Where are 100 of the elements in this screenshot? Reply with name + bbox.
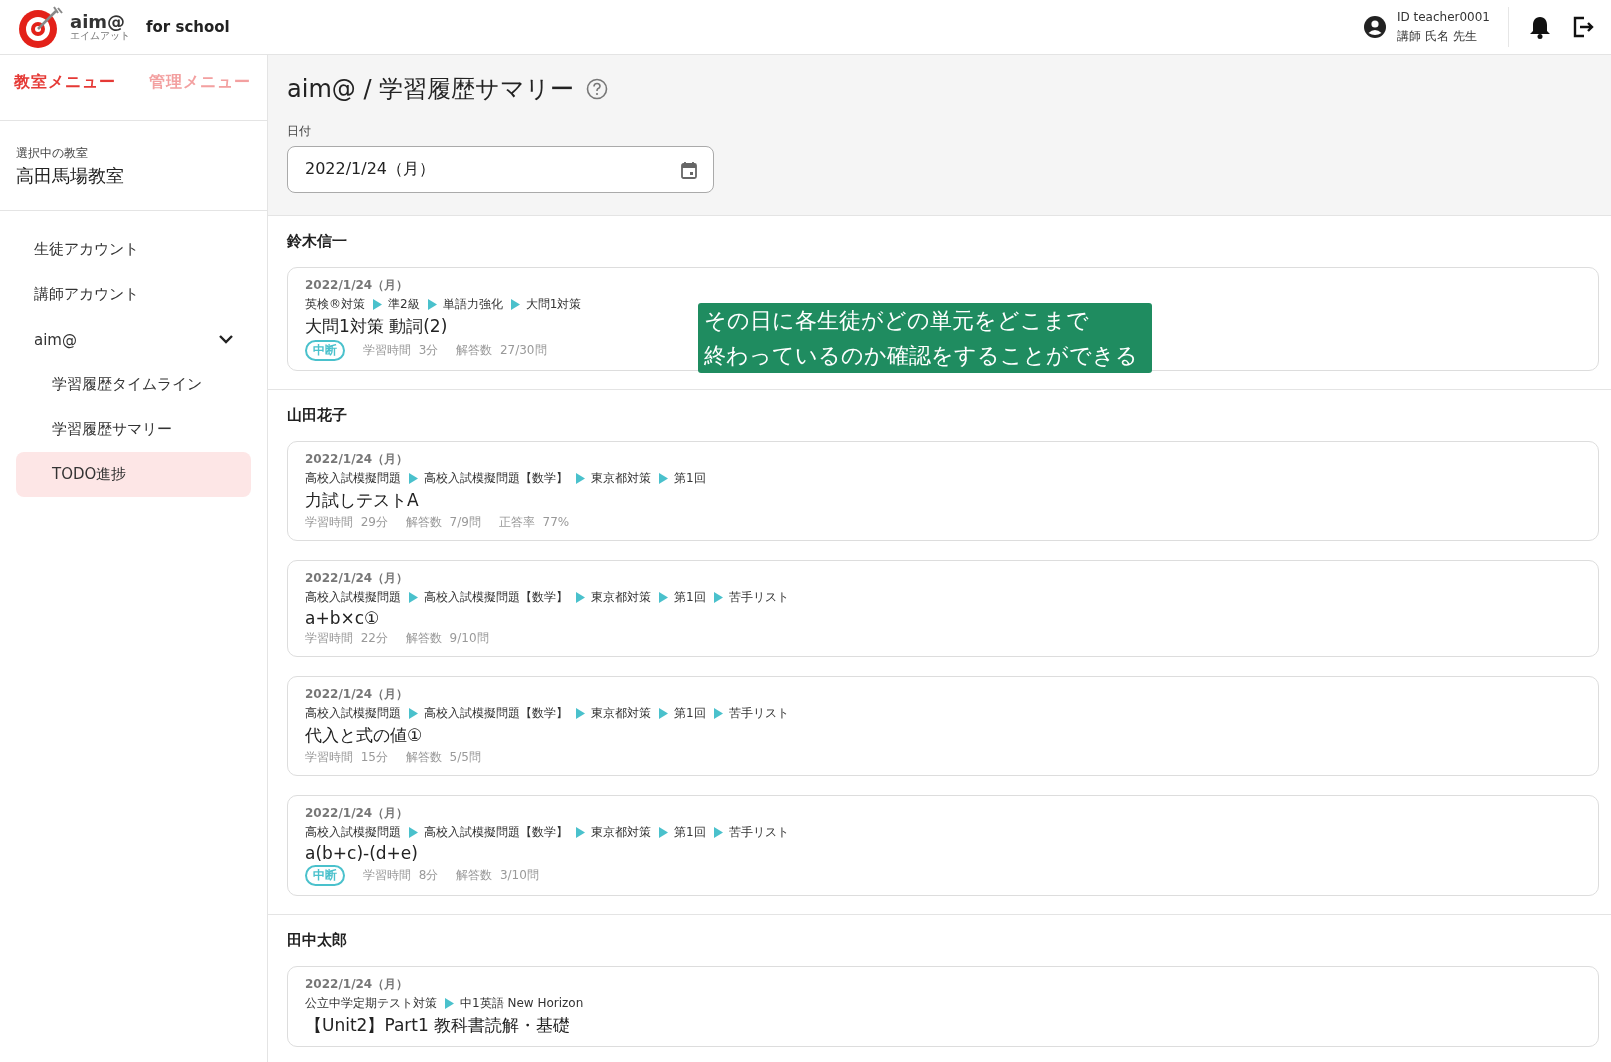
record-card[interactable]: 2022/1/24（月） 高校入試模擬問題 高校入試模擬問題【数学】 東京都対策 第1回 苦手リスト a(b+c)-(d+e) 中断 学習時間 8分 解答数 3/10問 (287, 795, 1599, 896)
record-card[interactable]: 2022/1/24（月） 高校入試模擬問題 高校入試模擬問題【数学】 東京都対策 第1回 苦手リスト a+b×c① 学習時間 22分 解答数 9/10問 (287, 560, 1599, 657)
record-stat: 解答数 3/10問 (456, 867, 539, 884)
record-date: 2022/1/24（月） (305, 976, 409, 993)
user-name: 講師 氏名 先生 (1396, 28, 1478, 45)
breadcrumb-item: 高校入試模擬問題 (305, 824, 401, 841)
status-badge: 中断 (305, 865, 345, 886)
record-card[interactable]: 2022/1/24（月） 高校入試模擬問題 高校入試模擬問題【数学】 東京都対策 第1回 力試しテストA 学習時間 29分 解答数 7/9問 正答率 77% (287, 441, 1599, 541)
breadcrumb-item: 第1回 (674, 470, 706, 487)
breadcrumb-item: 公立中学定期テスト対策 (305, 995, 437, 1012)
sidebar-item[interactable]: 学習履歴タイムライン (16, 362, 251, 407)
date-field[interactable]: 2022/1/24（月） (287, 146, 714, 193)
breadcrumb-item: 東京都対策 (591, 470, 651, 487)
breadcrumb-item: 第1回 (674, 824, 706, 841)
record-stat: 学習時間 29分 (305, 514, 388, 531)
classroom-name: 高田馬場教室 (16, 164, 125, 188)
triangle-icon (373, 299, 382, 310)
breadcrumb-item: 高校入試模擬問題【数学】 (424, 824, 568, 841)
record-title: a+b×c① (305, 608, 380, 628)
menu-tab[interactable]: 教室メニュー (14, 71, 116, 93)
triangle-icon (409, 708, 418, 719)
breadcrumb-item: 高校入試模擬問題【数学】 (424, 470, 568, 487)
record-date: 2022/1/24（月） (305, 686, 409, 703)
triangle-icon (713, 708, 723, 719)
breadcrumb-item: 東京都対策 (591, 824, 651, 841)
sidebar-item[interactable]: 学習履歴サマリー (16, 407, 251, 452)
sidebar-item[interactable]: aim@ (16, 317, 251, 362)
record-stat: 学習時間 8分 (363, 867, 439, 884)
record-date: 2022/1/24（月） (305, 570, 409, 587)
breadcrumb-item: 単語力強化 (442, 296, 503, 313)
breadcrumb-item: 苦手リスト (728, 589, 789, 606)
sidebar-item[interactable]: 講師アカウント (16, 272, 251, 317)
triangle-icon (659, 827, 668, 838)
triangle-icon (409, 473, 418, 484)
help-icon[interactable] (586, 78, 609, 100)
record-title: 代入と式の値① (305, 724, 423, 747)
record-stat: 解答数 7/9問 (405, 514, 481, 531)
record-card[interactable]: 2022/1/24（月） 公立中学定期テスト対策 中1英語 New Horizon 【Unit2】Part1 教科書読解・基礎 (287, 966, 1599, 1047)
breadcrumb-item: 高校入試模擬問題 (305, 705, 401, 722)
status-badge: 中断 (305, 340, 345, 361)
breadcrumb-item: 東京都対策 (591, 705, 651, 722)
record-title: 【Unit2】Part1 教科書読解・基礎 (305, 1014, 571, 1037)
triangle-icon (576, 592, 585, 603)
triangle-icon (576, 473, 585, 484)
breadcrumb-item: 高校入試模擬問題【数学】 (424, 705, 568, 722)
record-stat: 学習時間 22分 (305, 630, 388, 647)
triangle-icon (713, 827, 723, 838)
triangle-icon (713, 592, 723, 603)
logo-suffix: for school (146, 18, 230, 36)
student-name: 鈴木信一 (287, 232, 348, 251)
triangle-icon (409, 592, 418, 603)
record-stat: 学習時間 3分 (363, 342, 439, 359)
sidebar-item[interactable]: 生徒アカウント (16, 227, 251, 272)
logo-reading: エイムアット (70, 31, 130, 41)
record-card[interactable]: 2022/1/24（月） 高校入試模擬問題 高校入試模擬問題【数学】 東京都対策 第1回 苦手リスト 代入と式の値① 学習時間 15分 解答数 5/5問 (287, 676, 1599, 776)
triangle-icon (659, 473, 668, 484)
triangle-icon (576, 827, 585, 838)
triangle-icon (659, 708, 668, 719)
breadcrumb-item: 苦手リスト (728, 705, 789, 722)
annotation-callout: その日に各生徒がどの単元をどこまで 終わっているのか確認をすることができる (698, 303, 1152, 373)
triangle-icon (427, 299, 437, 310)
breadcrumb-item: 第1回 (674, 705, 706, 722)
calendar-icon[interactable] (681, 160, 697, 179)
logout-icon[interactable] (1571, 15, 1595, 39)
record-date: 2022/1/24（月） (305, 277, 409, 294)
chevron-icon[interactable] (219, 335, 233, 344)
breadcrumb-item: 第1回 (674, 589, 706, 606)
record-title: a(b+c)-(d+e) (305, 843, 418, 863)
breadcrumb-item: 高校入試模擬問題【数学】 (424, 589, 568, 606)
breadcrumb-item: 苦手リスト (728, 824, 789, 841)
breadcrumb-item: 準2級 (388, 296, 420, 313)
breadcrumb-item: 大問1対策 (525, 296, 582, 313)
record-date: 2022/1/24（月） (305, 805, 409, 822)
target-logo-icon (18, 5, 64, 49)
record-stat: 解答数 9/10問 (405, 630, 489, 647)
record-title: 力試しテストA (305, 489, 419, 512)
record-stat: 解答数 27/30問 (456, 342, 547, 359)
logo-text: aim@ (70, 13, 127, 31)
triangle-icon (409, 827, 418, 838)
breadcrumb-item: 東京都対策 (591, 589, 651, 606)
student-name: 田中太郎 (287, 931, 348, 950)
page-title: aim@ / 学習履歴サマリー (287, 74, 575, 105)
classroom-label: 選択中の教室 (16, 145, 89, 162)
record-stat: 学習時間 15分 (305, 749, 388, 766)
record-date: 2022/1/24（月） (305, 451, 409, 468)
triangle-icon (445, 998, 454, 1009)
account-icon[interactable] (1362, 15, 1387, 39)
triangle-icon (510, 299, 520, 310)
triangle-icon (659, 592, 668, 603)
record-title: 大問1対策 動詞(2) (305, 315, 448, 338)
user-id: ID teacher0001 (1396, 9, 1490, 26)
breadcrumb-item: 中1英語 New Horizon (460, 995, 584, 1012)
breadcrumb-item: 英検®対策 (305, 296, 365, 313)
breadcrumb-item: 高校入試模擬問題 (305, 589, 401, 606)
date-label: 日付 (287, 123, 312, 140)
record-stat: 正答率 77% (498, 514, 570, 531)
sidebar-item[interactable]: TODO進捗 (16, 452, 251, 497)
student-name: 山田花子 (287, 406, 348, 425)
record-stat: 解答数 5/5問 (405, 749, 481, 766)
bell-icon[interactable] (1529, 15, 1551, 39)
